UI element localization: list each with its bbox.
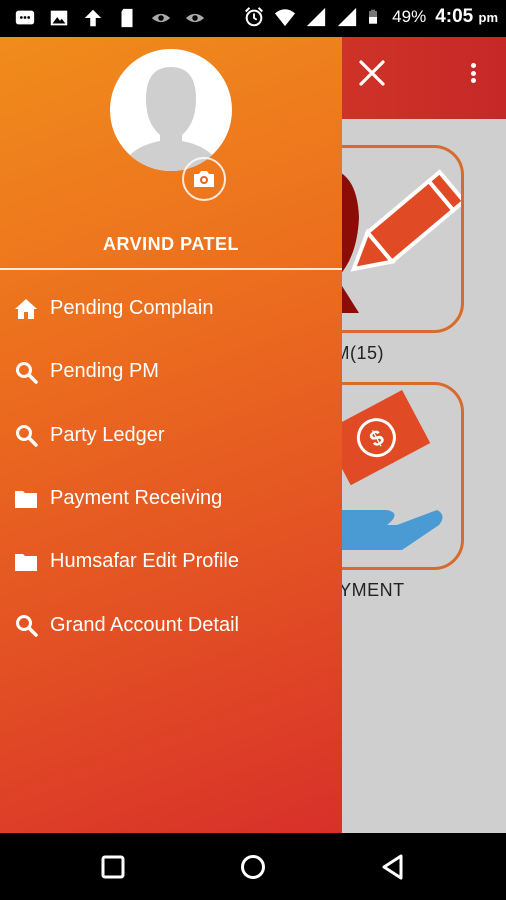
image-icon [50,10,68,26]
clock-time: 4:05 [435,6,474,27]
clock-ampm: pm [478,10,499,25]
eye-icon [185,13,205,23]
system-icons: 49% 4:05 pm [243,5,498,29]
status-bar: 49% 4:05 pm [0,0,506,37]
menu-item-label: Humsafar Edit Profile [50,550,239,573]
camera-icon [194,171,214,187]
signal-icon [306,7,326,27]
wifi-icon [275,9,296,27]
eye-icon [151,13,171,23]
menu-item-label: Pending PM [50,360,159,383]
back-icon[interactable] [379,853,407,881]
avatar[interactable] [110,49,232,171]
default-user-icon [120,67,222,171]
folder-icon [15,490,37,508]
search-icon [16,615,38,637]
battery-percentage: 49% [392,7,427,26]
clock: 4:05 pm [435,6,498,28]
signal-icon [337,7,357,27]
change-photo-button[interactable] [182,157,226,201]
home-icon[interactable] [239,853,267,881]
menu-item-label: Grand Account Detail [50,613,239,636]
menu-item-pending-pm[interactable]: Pending PM [0,340,342,403]
home-icon [15,298,37,319]
menu-item-pending-complain[interactable]: Pending Complain [0,277,342,340]
divider [0,268,342,270]
sd-card-icon [121,8,133,28]
user-name: ARVIND PATEL [102,234,239,254]
more-options-icon[interactable] [462,59,484,87]
menu-item-humsafar-edit-profile[interactable]: Humsafar Edit Profile [0,530,342,593]
alarm-icon [245,7,264,27]
menu-item-payment-receiving[interactable]: Payment Receiving [0,467,342,530]
menu-item-grand-account-detail[interactable]: Grand Account Detail [0,593,342,656]
menu-item-party-ledger[interactable]: Party Ledger [0,404,342,467]
navigation-drawer: ARVIND PATEL Pending Complain Pending PM… [0,37,342,833]
drawer-menu: Pending Complain Pending PM Party Ledger… [0,277,342,657]
close-icon[interactable] [356,57,388,89]
menu-item-label: Payment Receiving [50,487,223,510]
folder-icon [15,553,37,571]
notification-icons [14,6,206,30]
battery-icon [369,9,378,24]
menu-item-label: Party Ledger [50,423,165,446]
message-icon [15,10,35,25]
system-navigation-bar [0,833,506,900]
search-icon [16,425,38,447]
recents-icon[interactable] [99,853,127,881]
search-icon [16,361,38,384]
menu-item-label: Pending Complain [50,297,214,320]
upload-arrow-icon [84,9,102,27]
